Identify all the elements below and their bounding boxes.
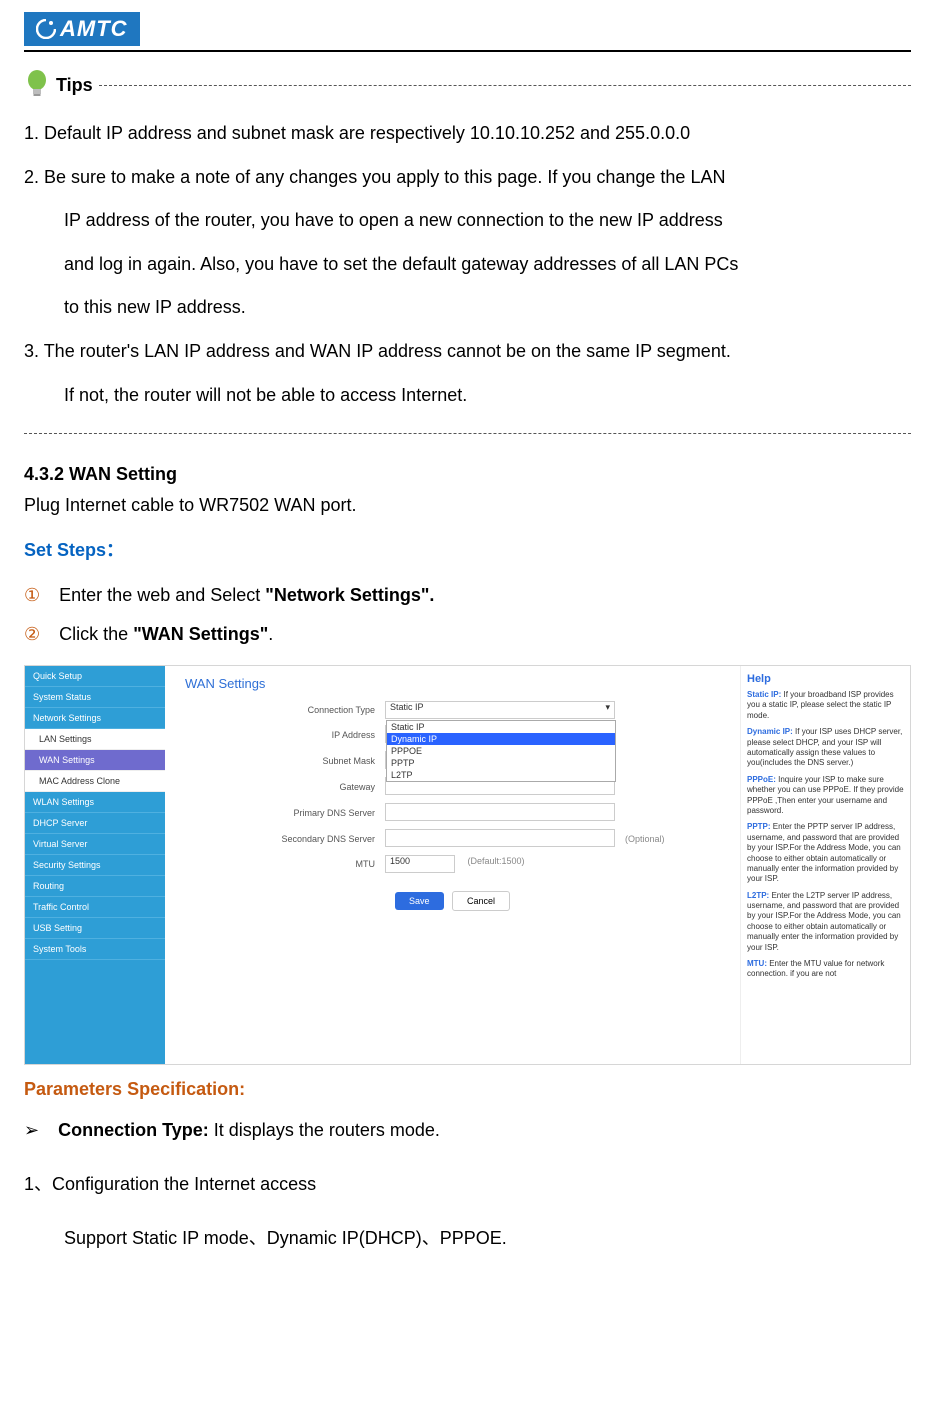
tip-2-line3: and log in again. Also, you have to set … bbox=[24, 245, 911, 285]
dd-opt-dynamic[interactable]: Dynamic IP bbox=[387, 733, 615, 745]
step-1-pre: Enter the web and Select bbox=[59, 585, 265, 605]
sidebar-item-system-tools[interactable]: System Tools bbox=[25, 939, 165, 960]
param-connection-type: ➢ Connection Type: It displays the route… bbox=[24, 1112, 911, 1148]
step-2-bold: "WAN Settings" bbox=[133, 624, 268, 644]
tip-1: 1. Default IP address and subnet mask ar… bbox=[24, 114, 911, 154]
sidebar-item-wlan-settings[interactable]: WLAN Settings bbox=[25, 792, 165, 813]
chevron-down-icon: ▾ bbox=[605, 702, 610, 713]
tip-3-line2: If not, the router will not be able to a… bbox=[24, 376, 911, 416]
sidebar-sub-mac-clone[interactable]: MAC Address Clone bbox=[25, 771, 165, 792]
row-connection-type: Connection Type Static IP ▾ Static IP Dy… bbox=[185, 701, 720, 719]
step-2-post: . bbox=[268, 624, 273, 644]
label-dns2: Secondary DNS Server bbox=[185, 834, 385, 844]
sidebar-sub-wan-settings[interactable]: WAN Settings bbox=[25, 750, 165, 771]
help-static-ip: Static IP: Static IP: If your broadband … bbox=[747, 690, 904, 721]
secondary-dns-field[interactable] bbox=[385, 829, 615, 847]
sidebar-item-quick-setup[interactable]: Quick Setup bbox=[25, 666, 165, 687]
wan-panel-title: WAN Settings bbox=[185, 676, 720, 691]
brand-logo: AMTC bbox=[24, 12, 140, 46]
header-divider bbox=[24, 50, 911, 52]
connection-type-select[interactable]: Static IP ▾ Static IP Dynamic IP PPPOE P… bbox=[385, 701, 615, 719]
button-row: Save Cancel bbox=[185, 891, 720, 911]
sidebar-item-virtual-server[interactable]: Virtual Server bbox=[25, 834, 165, 855]
row-dns2: Secondary DNS Server (Optional) bbox=[185, 829, 720, 849]
dd-opt-pppoe[interactable]: PPPOE bbox=[387, 745, 615, 757]
section-intro: Plug Internet cable to WR7502 WAN port. bbox=[24, 489, 911, 521]
label-mtu: MTU bbox=[185, 859, 385, 869]
label-connection-type: Connection Type bbox=[185, 705, 385, 715]
primary-dns-field[interactable] bbox=[385, 803, 615, 821]
cancel-button[interactable]: Cancel bbox=[452, 891, 510, 911]
connection-type-value: Static IP bbox=[390, 702, 424, 712]
sidebar-item-network-settings[interactable]: Network Settings bbox=[25, 708, 165, 729]
tip-2-line2: IP address of the router, you have to op… bbox=[24, 201, 911, 241]
row-mtu: MTU 1500 (Default:1500) bbox=[185, 855, 720, 873]
sidebar: Quick Setup System Status Network Settin… bbox=[25, 666, 165, 1064]
sidebar-item-dhcp-server[interactable]: DHCP Server bbox=[25, 813, 165, 834]
label-subnet-mask: Subnet Mask bbox=[185, 756, 385, 766]
logo-bar: AMTC bbox=[24, 12, 911, 46]
step-1-bold: "Network Settings". bbox=[265, 585, 434, 605]
help-panel: Help Static IP: Static IP: If your broad… bbox=[740, 666, 910, 1064]
help-heading: Help bbox=[747, 672, 904, 686]
help-pppoe: PPPoE: Inquire your ISP to make sure whe… bbox=[747, 775, 904, 817]
mtu-default-note: (Default:1500) bbox=[468, 856, 525, 866]
dd-opt-static[interactable]: Static IP bbox=[387, 721, 615, 733]
save-button[interactable]: Save bbox=[395, 892, 444, 910]
dd-opt-pptp[interactable]: PPTP bbox=[387, 757, 615, 769]
help-pptp: PPTP: Enter the PPTP server IP address, … bbox=[747, 822, 904, 884]
param-ct-text: It displays the routers mode. bbox=[214, 1120, 440, 1140]
sidebar-fill bbox=[25, 960, 165, 1064]
dashed-separator bbox=[24, 433, 911, 434]
mtu-field[interactable]: 1500 bbox=[385, 855, 455, 873]
tips-header-row: Tips bbox=[24, 68, 911, 102]
help-dynamic-ip: Dynamic IP: If your ISP uses DHCP server… bbox=[747, 727, 904, 769]
step-2-num: ② bbox=[24, 624, 40, 644]
label-ip-address: IP Address bbox=[185, 730, 385, 740]
step-1-num: ① bbox=[24, 585, 40, 605]
param-ct-bold: Connection Type: bbox=[58, 1120, 214, 1140]
logo-swoosh-icon bbox=[36, 19, 56, 39]
help-l2tp: L2TP: Enter the L2TP server IP address, … bbox=[747, 891, 904, 953]
label-dns1: Primary DNS Server bbox=[185, 808, 385, 818]
tip-3-line1: 3. The router's LAN IP address and WAN I… bbox=[24, 332, 911, 372]
lightbulb-icon bbox=[24, 68, 50, 102]
sidebar-item-system-status[interactable]: System Status bbox=[25, 687, 165, 708]
tips-dash-line bbox=[99, 85, 911, 86]
chevron-right-icon: ➢ bbox=[24, 1120, 39, 1140]
param-line-1: 1、Configuration the Internet access bbox=[24, 1166, 911, 1202]
sidebar-item-routing[interactable]: Routing bbox=[25, 876, 165, 897]
parameters-heading: Parameters Specification: bbox=[24, 1079, 911, 1100]
label-gateway: Gateway bbox=[185, 782, 385, 792]
tip-2-line4: to this new IP address. bbox=[24, 288, 911, 328]
section-heading: 4.3.2 WAN Setting bbox=[24, 464, 911, 485]
step-2-pre: Click the bbox=[59, 624, 133, 644]
row-dns1: Primary DNS Server bbox=[185, 803, 720, 823]
wan-settings-screenshot: Quick Setup System Status Network Settin… bbox=[24, 665, 911, 1065]
step-1: ① Enter the web and Select "Network Sett… bbox=[24, 576, 911, 616]
sidebar-item-security-settings[interactable]: Security Settings bbox=[25, 855, 165, 876]
tip-2-line1: 2. Be sure to make a note of any changes… bbox=[24, 158, 911, 198]
sidebar-item-traffic-control[interactable]: Traffic Control bbox=[25, 897, 165, 918]
sidebar-sub-lan-settings[interactable]: LAN Settings bbox=[25, 729, 165, 750]
step-2: ② Click the "WAN Settings". bbox=[24, 615, 911, 655]
dd-opt-l2tp[interactable]: L2TP bbox=[387, 769, 615, 781]
param-line-2: Support Static IP mode、Dynamic IP(DHCP)、… bbox=[24, 1220, 911, 1256]
connection-type-dropdown[interactable]: Static IP Dynamic IP PPPOE PPTP L2TP bbox=[386, 720, 616, 782]
optional-label: (Optional) bbox=[625, 834, 665, 844]
sidebar-item-usb-setting[interactable]: USB Setting bbox=[25, 918, 165, 939]
logo-text: AMTC bbox=[60, 16, 128, 42]
wan-main-panel: WAN Settings Connection Type Static IP ▾… bbox=[165, 666, 740, 1064]
tips-label: Tips bbox=[56, 75, 93, 96]
set-steps-label: Set Steps： bbox=[24, 536, 911, 562]
help-mtu: MTU: Enter the MTU value for network con… bbox=[747, 959, 904, 980]
